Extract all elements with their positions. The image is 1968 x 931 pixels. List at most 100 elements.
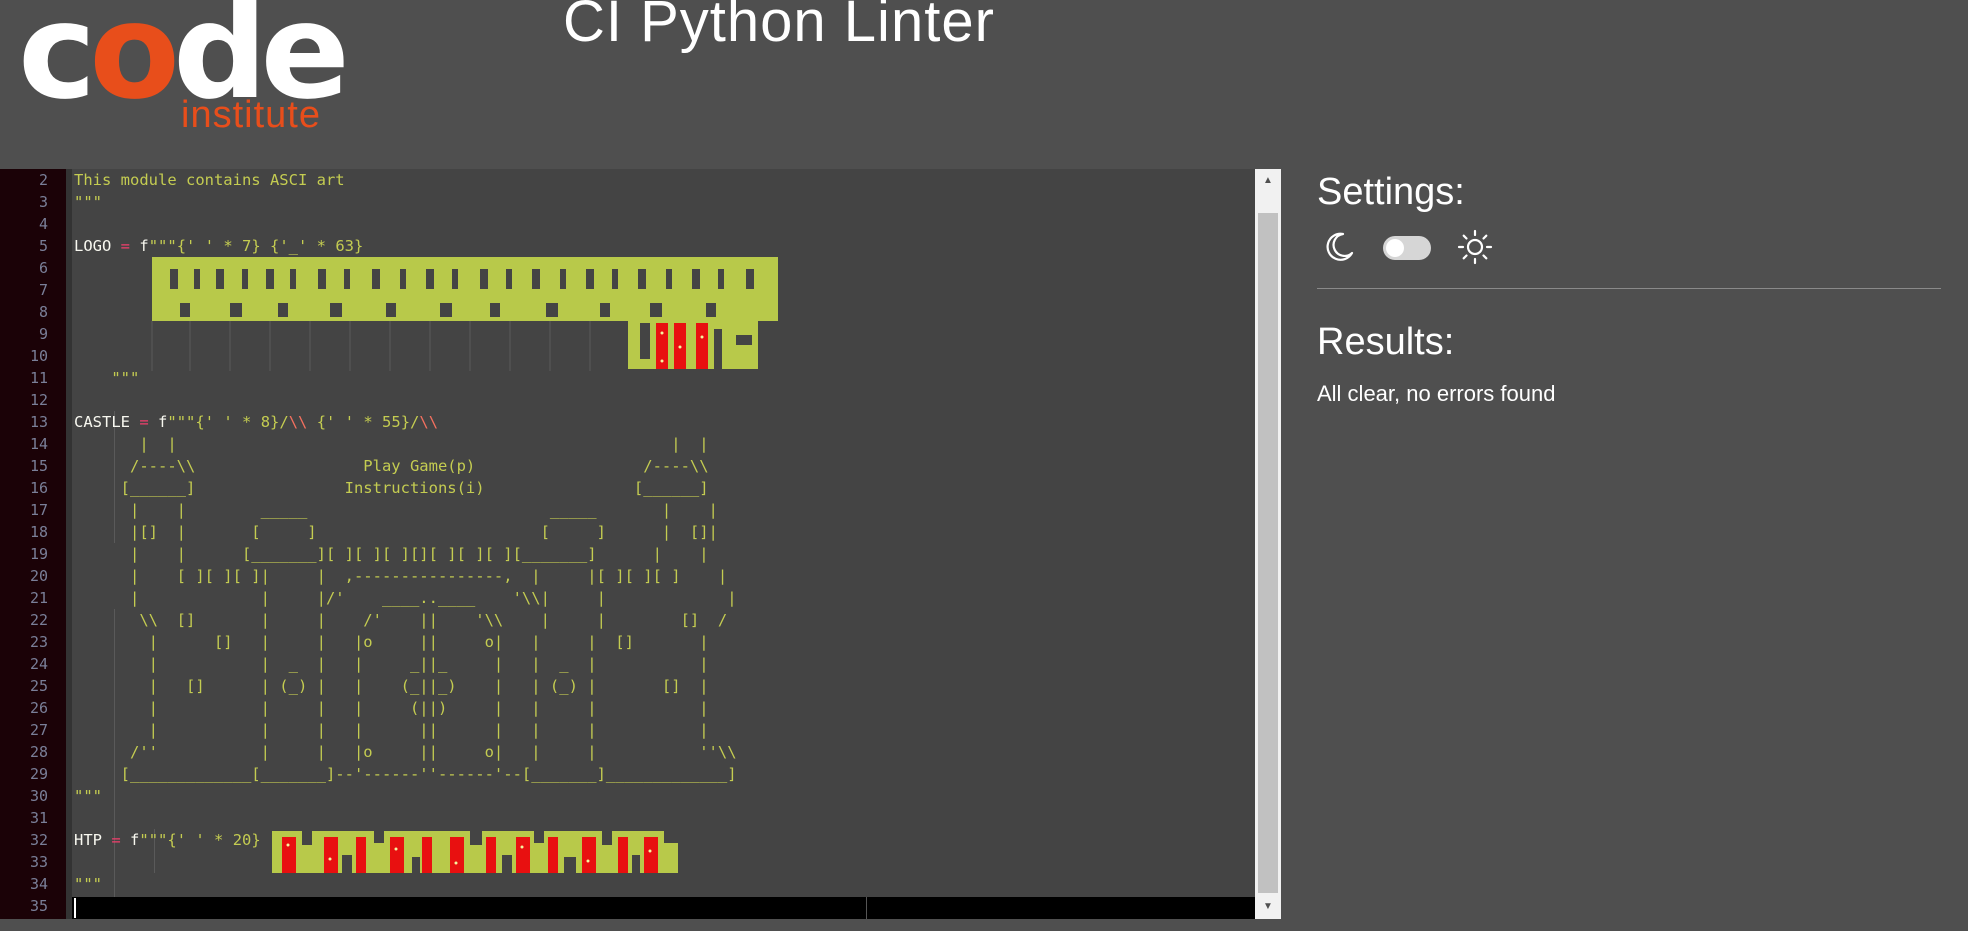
code-line: 25 | [] | (_) | | (_||_) | | (_) | [] | [0,675,1255,697]
code-text: | | | | (||) | | | | [74,699,709,717]
results-heading: Results: [1317,321,1455,363]
code-editor[interactable]: 5 LOGO = f"""{' ' * 7} {'_' * 63} 13 CAS… [0,169,1281,919]
code-text: | | [_______][ ][ ][ ][][ ][ ][ ][______… [74,545,709,563]
code-text: /----\\ Play Game(p) /----\\ [74,457,709,475]
code-line: 18 |[] | [ ] [ ] | []| [0,521,1255,543]
line-number: 30 [29,787,48,805]
code-line: 5 LOGO = f"""{' ' * 7} {'_' * 63} [0,235,1255,257]
fstring-prefix: f [158,413,168,431]
code-line: 8 [0,301,1255,323]
ruler-mark [866,897,867,919]
code-text: | | | | || | | | | [74,721,709,739]
toggle-knob [1386,239,1404,257]
code-line: 22 \\ [] | | /' || '\\ | | [] / [0,609,1255,631]
theme-toggle-row [1317,225,1517,269]
code-text: This module contains ASCI art [74,171,345,189]
escape-sequence: \\ [419,413,439,431]
code-text: /'' | | |o || o| | | ''\\ [74,743,737,761]
line-number: 13 [29,413,48,431]
line-number: 17 [29,501,48,519]
code-line: 3 """ [0,191,1255,213]
line-number: 22 [29,611,48,629]
code-line: 30 """ [0,785,1255,807]
line-number: 6 [38,259,48,277]
code-line: 11 """ [0,367,1255,389]
editor-scrollbar[interactable]: ▲ ▼ [1255,169,1281,919]
line-number: 26 [29,699,48,717]
code-line: 34 """ [0,873,1255,895]
code-text: """ [74,875,102,893]
scroll-up-arrow-icon[interactable]: ▲ [1255,169,1281,193]
code-line: 7 [0,279,1255,301]
line-number: 28 [29,743,48,761]
line-number: 33 [29,853,48,871]
variable-name: CASTLE [74,413,130,431]
string-literal: {' ' * 55}/ [307,413,420,431]
code-line: 23 | [] | | |o || o| | | [] | [0,631,1255,653]
code-text: | | | | [74,435,709,453]
logo-subtitle: institute [181,94,321,136]
code-line: 14 | | | | [0,433,1255,455]
line-number: 12 [29,391,48,409]
code-area[interactable]: 5 LOGO = f"""{' ' * 7} {'_' * 63} 13 CAS… [0,169,1255,919]
side-panel: Settings: Results: All clear, no errors … [1317,169,1941,669]
code-line: 24 | | _ | | _||_ | | _ | | [0,653,1255,675]
section-divider [1317,288,1941,289]
scroll-thumb[interactable] [1258,213,1278,893]
code-line: 4 [0,213,1255,235]
line-number: 4 [38,215,48,233]
code-line: 21 | | |/' ____..____ '\\| | | [0,587,1255,609]
line-number: 19 [29,545,48,563]
code-line: 29 [_____________[_______]--'------''---… [0,763,1255,785]
code-text: |[] | [ ] [ ] | []| [74,523,718,541]
fstring-prefix: f [139,237,149,255]
settings-heading: Settings: [1317,171,1465,213]
code-text: | | _____ _____ | | [74,501,718,519]
code-text: [_____________[_______]--'------''------… [74,765,737,783]
line-number: 5 [38,237,48,255]
results-message: All clear, no errors found [1317,381,1556,406]
line-number: 2 [38,171,48,189]
line-number: 23 [29,633,48,651]
code-line: 20 | [ ][ ][ ]| | ,----------------, | |… [0,565,1255,587]
line-number: 34 [29,875,48,893]
code-line: 17 | | _____ _____ | | [0,499,1255,521]
code-line: 6 [0,257,1255,279]
line-number: 24 [29,655,48,673]
line-number: 21 [29,589,48,607]
assign-operator: = [111,831,121,849]
code-text: \\ [] | | /' || '\\ | | [] / [74,611,728,629]
string-literal: """{' ' * 8}/ [167,413,289,431]
active-line-highlight [72,897,1255,919]
code-line: 26 | | | | (||) | | | | [0,697,1255,719]
code-text: """ [74,193,102,211]
string-literal: """{' ' * 20} [139,831,261,849]
line-number: 25 [29,677,48,695]
code-text: | [] | | |o || o| | | [] | [74,633,709,651]
line-number: 32 [29,831,48,849]
text-cursor [74,898,76,918]
moon-icon[interactable] [1323,229,1357,263]
variable-name: LOGO [74,237,112,255]
code-line: 27 | | | | || | | | | [0,719,1255,741]
code-text: | | _ | | _||_ | | _ | | [74,655,709,673]
code-text: """ [74,369,140,387]
code-institute-logo[interactable]: code institute [18,0,358,146]
code-line: 10 [0,345,1255,367]
fstring-prefix: f [130,831,140,849]
code-text: | [ ][ ][ ]| | ,----------------, | |[ ]… [74,567,728,585]
line-number: 20 [29,567,48,585]
code-line: 9 [0,323,1255,345]
code-text: [______] Instructions(i) [______] [74,479,709,497]
dark-mode-toggle[interactable] [1383,236,1431,260]
line-number: 9 [38,325,48,343]
scroll-down-arrow-icon[interactable]: ▼ [1255,895,1281,919]
page-title: CI Python Linter [563,0,995,54]
sun-icon[interactable] [1457,229,1493,265]
line-number: 27 [29,721,48,739]
assign-operator: = [139,413,149,431]
line-number: 16 [29,479,48,497]
code-line: 28 /'' | | |o || o| | | ''\\ [0,741,1255,763]
header: code institute CI Python Linter [0,0,1968,169]
line-number: 18 [29,523,48,541]
